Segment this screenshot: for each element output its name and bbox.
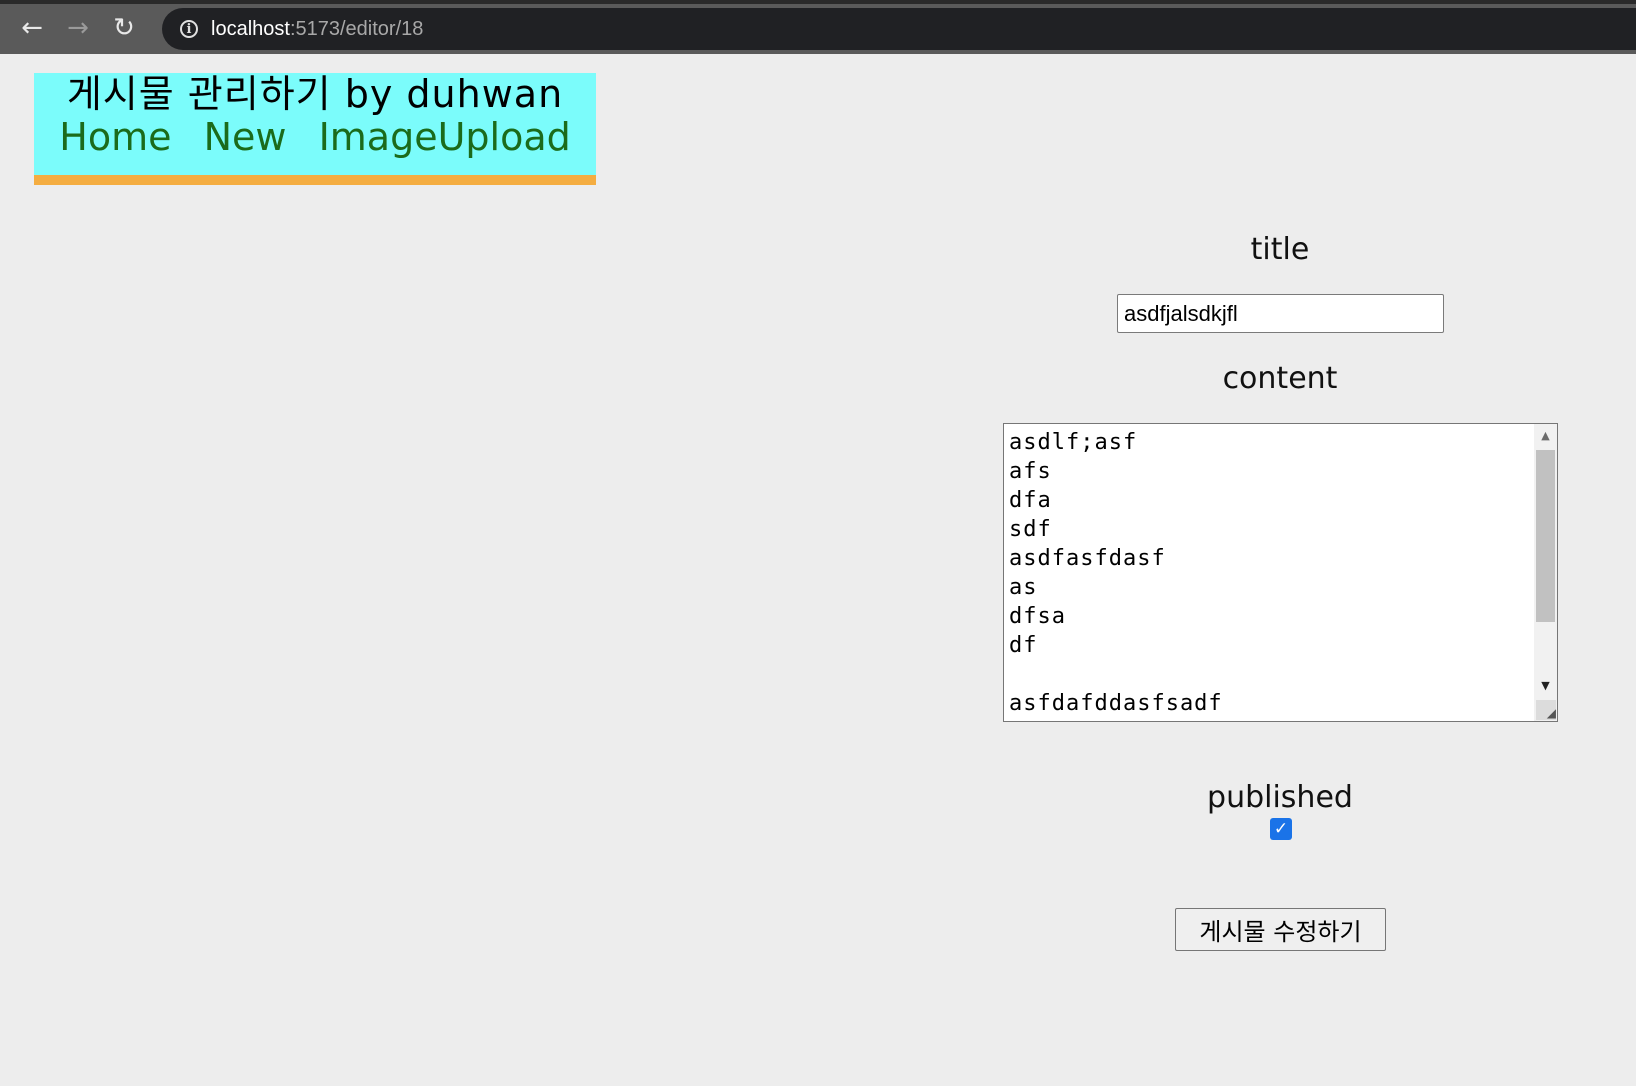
content-scrollbar[interactable]: ▲ ▼	[1534, 424, 1557, 721]
url-path: :5173/editor/18	[289, 17, 424, 40]
reload-icon[interactable]: ↻	[106, 10, 142, 46]
site-title: 게시물 관리하기 by duhwan	[66, 72, 564, 116]
nav-link-home[interactable]: Home	[59, 115, 171, 159]
title-label: title	[1250, 232, 1310, 267]
forward-arrow-icon[interactable]: →	[60, 10, 96, 46]
resize-grip-icon[interactable]: ◢	[1536, 700, 1556, 720]
content-label: content	[1222, 361, 1338, 396]
scroll-up-icon[interactable]: ▲	[1534, 424, 1557, 446]
submit-edit-button[interactable]: 게시물 수정하기	[1175, 908, 1386, 951]
browser-toolbar: ← → ↻ i localhost:5173/editor/18	[0, 0, 1636, 54]
url-host: localhost	[211, 17, 290, 40]
published-checkbox[interactable]: ✓	[1270, 818, 1292, 840]
content-text[interactable]: asdlf;asf afs dfa sdf asdfasfdasf as dfs…	[1009, 428, 1533, 721]
content-textarea[interactable]: asdlf;asf afs dfa sdf asdfasfdasf as dfs…	[1003, 423, 1558, 722]
scroll-down-icon[interactable]: ▼	[1534, 674, 1557, 696]
site-nav: Home New ImageUpload	[34, 115, 596, 159]
url-text[interactable]: localhost:5173/editor/18	[211, 18, 423, 41]
scroll-thumb[interactable]	[1536, 450, 1555, 622]
address-bar[interactable]: i localhost:5173/editor/18	[162, 8, 1636, 50]
site-header: 게시물 관리하기 by duhwan Home New ImageUpload	[34, 73, 596, 185]
nav-link-imageupload[interactable]: ImageUpload	[319, 115, 571, 159]
nav-link-new[interactable]: New	[204, 115, 287, 159]
site-info-icon[interactable]: i	[180, 20, 198, 38]
back-arrow-icon[interactable]: ←	[14, 10, 50, 46]
title-input[interactable]	[1117, 294, 1444, 333]
published-label: published	[1207, 780, 1353, 815]
